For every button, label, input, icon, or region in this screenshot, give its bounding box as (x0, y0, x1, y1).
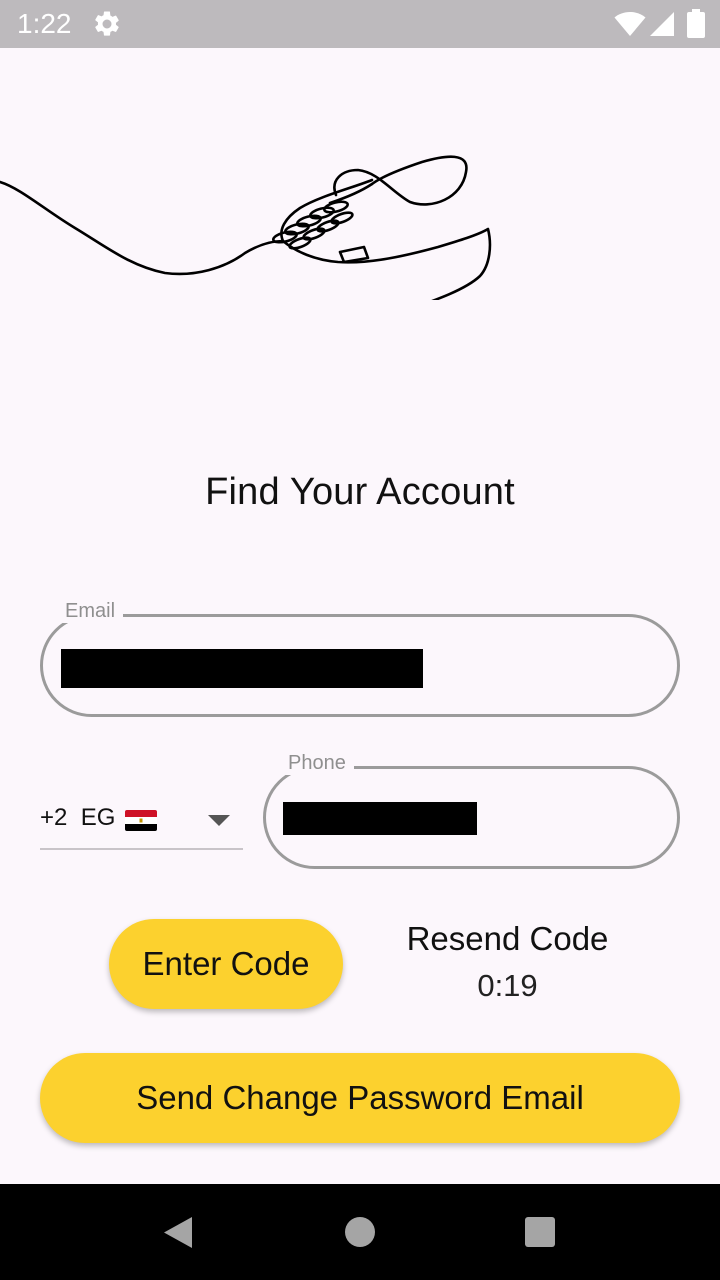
page-title: Find Your Account (205, 471, 515, 514)
find-account-screen: Find Your Account Email +2 EG Phone Ente… (0, 48, 720, 1184)
wifi-icon (614, 12, 646, 36)
system-nav-bar (0, 1184, 720, 1280)
email-value-redacted (61, 649, 423, 688)
country-code-dropdown[interactable]: +2 EG (40, 788, 243, 850)
home-icon[interactable] (345, 1217, 375, 1247)
email-field[interactable]: Email (40, 600, 680, 717)
country-dial-code: +2 (40, 804, 68, 831)
country-code-text: +2 EG (40, 804, 115, 832)
status-bar: 1:22 (0, 0, 720, 48)
phone-field-label: Phone (280, 752, 354, 775)
resend-code-link[interactable]: Resend Code (375, 920, 640, 958)
egypt-flag-icon (125, 810, 157, 831)
recent-apps-icon[interactable] (525, 1217, 555, 1247)
cell-signal-icon (650, 12, 674, 36)
resend-countdown: 0:19 (477, 968, 538, 1003)
email-field-label: Email (57, 600, 124, 623)
send-change-password-email-button[interactable]: Send Change Password Email (40, 1053, 680, 1143)
status-time: 1:22 (17, 8, 72, 39)
phone-value-redacted (283, 802, 477, 835)
back-icon[interactable] (163, 1216, 193, 1249)
country-iso-code: EG (80, 804, 116, 831)
enter-code-button[interactable]: Enter Code (109, 919, 343, 1009)
sneaker-line-art-icon (0, 155, 492, 300)
phone-field[interactable]: Phone (263, 752, 680, 869)
gear-icon (95, 11, 119, 36)
battery-icon (687, 9, 705, 38)
caret-down-icon (208, 815, 230, 826)
